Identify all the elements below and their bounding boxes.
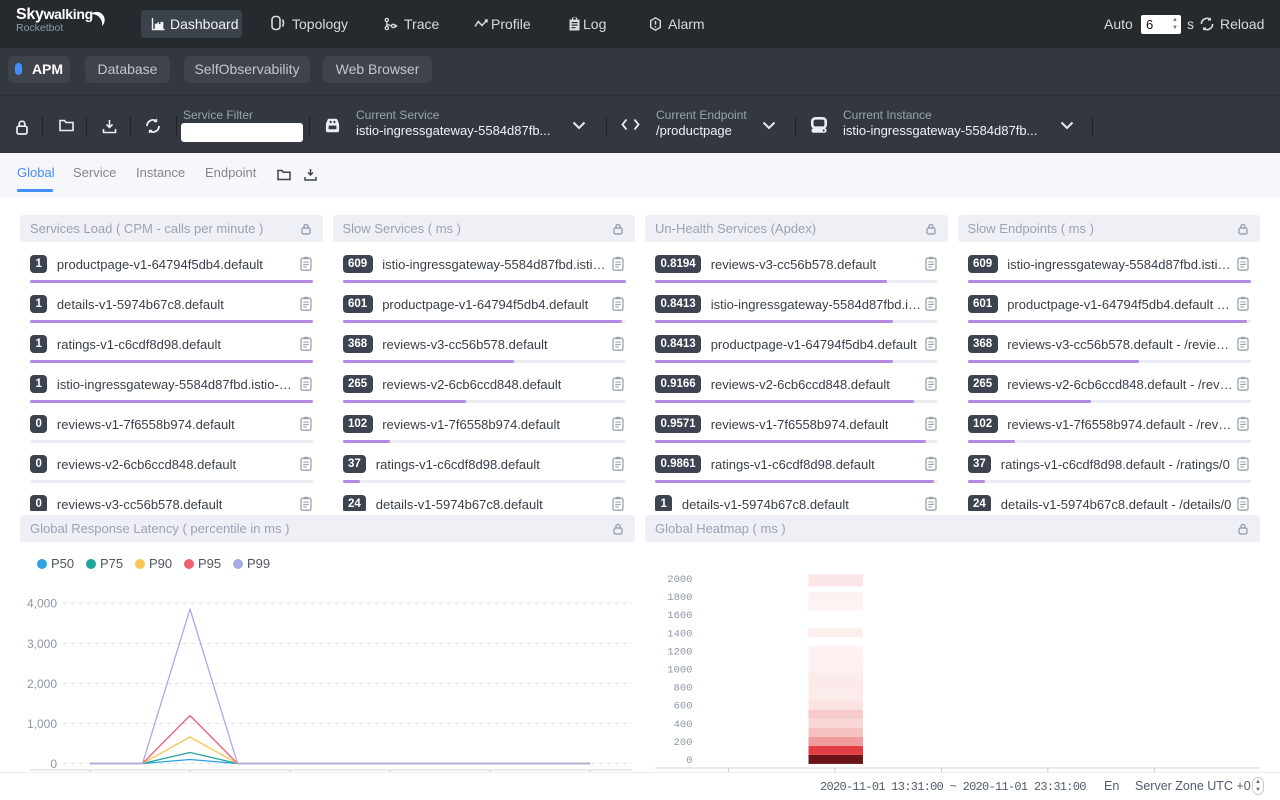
svg-text:3,000: 3,000	[27, 637, 57, 651]
svg-text:1,000: 1,000	[27, 717, 57, 731]
svg-text:4,000: 4,000	[27, 597, 57, 611]
svg-text:1800: 1800	[667, 592, 692, 604]
svg-text:0: 0	[686, 755, 692, 767]
svg-text:2,000: 2,000	[27, 677, 57, 691]
svg-text:800: 800	[674, 683, 693, 695]
svg-text:1000: 1000	[667, 665, 692, 677]
svg-text:600: 600	[674, 701, 693, 713]
svg-text:2000: 2000	[667, 574, 692, 586]
svg-text:1200: 1200	[667, 646, 692, 658]
svg-text:1600: 1600	[667, 610, 692, 622]
svg-text:400: 400	[674, 719, 693, 731]
svg-text:200: 200	[674, 737, 693, 749]
svg-text:0: 0	[50, 757, 57, 771]
svg-text:1400: 1400	[667, 628, 692, 640]
